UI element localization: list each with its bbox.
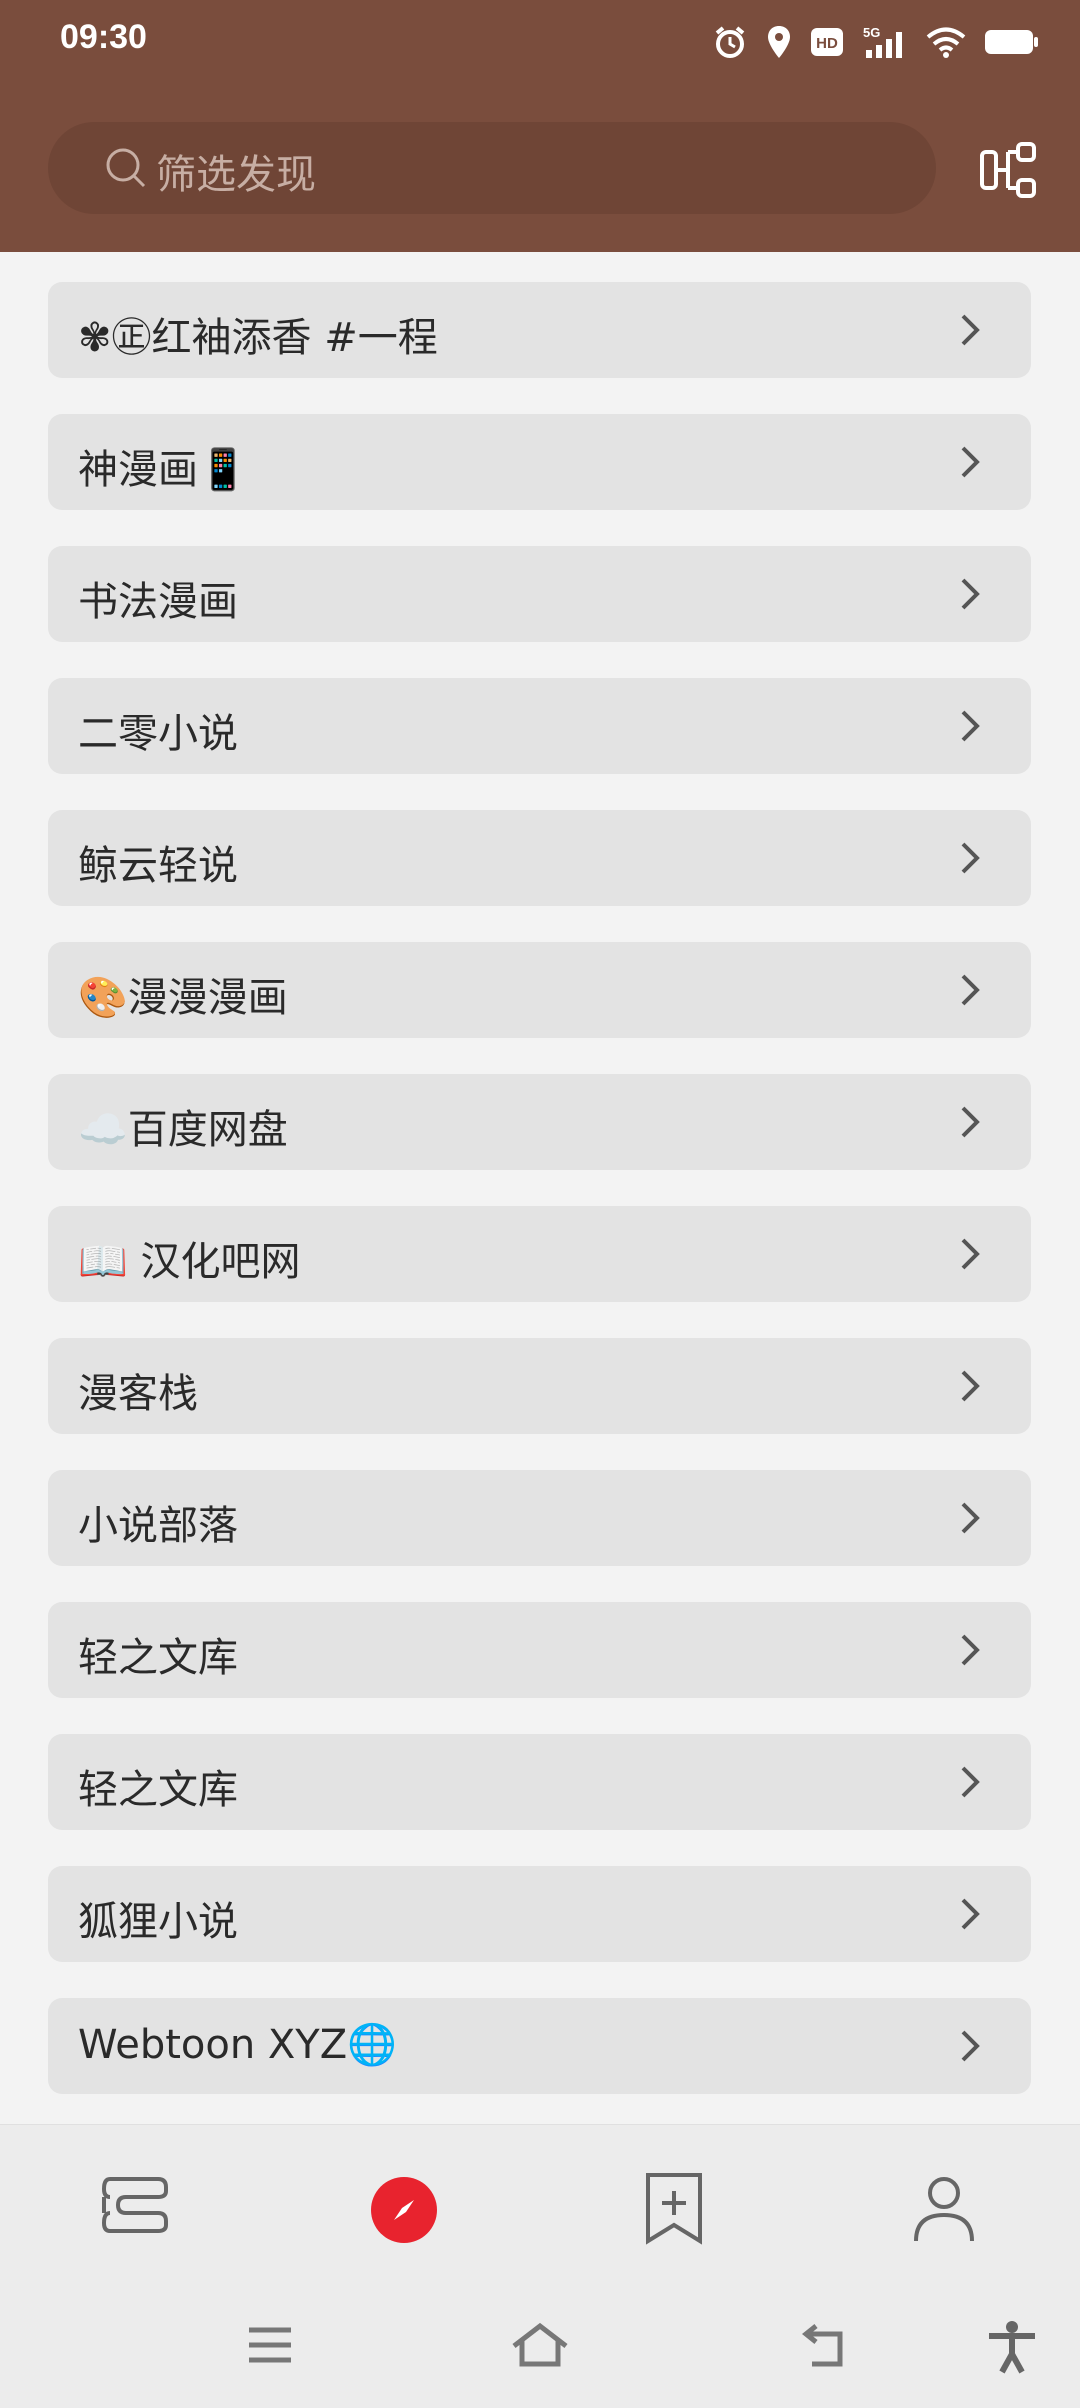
list-item-label: 漫客栈 xyxy=(78,1371,198,1417)
chevron-right-icon xyxy=(961,446,980,478)
list-item[interactable]: 神漫画📱 xyxy=(48,414,1031,510)
chevron-right-icon xyxy=(961,1238,980,1270)
list-item-label: 鲸云轻说 xyxy=(78,843,238,889)
status-bar: 09:30 HD 5G xyxy=(0,0,1080,80)
share-tree-icon[interactable] xyxy=(978,140,1038,200)
list-item-label: ☁️百度网盘 xyxy=(78,1107,288,1153)
accessibility-icon[interactable] xyxy=(985,2320,1039,2374)
location-icon xyxy=(768,26,790,58)
search-icon xyxy=(106,148,146,188)
app-header: 09:30 HD 5G 筛选发现 xyxy=(0,0,1080,252)
list-item[interactable]: 🎨漫漫漫画 xyxy=(48,942,1031,1038)
list-item-label: Webtoon XYZ🌐 xyxy=(78,2022,397,2068)
chevron-right-icon xyxy=(961,1898,980,1930)
list-item-label: 书法漫画 xyxy=(78,579,238,625)
svg-text:HD: HD xyxy=(816,35,838,52)
chevron-right-icon xyxy=(961,974,980,1006)
status-time: 09:30 xyxy=(60,18,147,56)
list-item[interactable]: 书法漫画 xyxy=(48,546,1031,642)
list-item-label: ✾㊣红袖添香 #一程 xyxy=(78,315,438,361)
list-item[interactable]: ✾㊣红袖添香 #一程 xyxy=(48,282,1031,378)
chevron-right-icon xyxy=(961,1634,980,1666)
list-item-label: 小说部落 xyxy=(78,1503,238,1549)
list-item[interactable]: 二零小说 xyxy=(48,678,1031,774)
chevron-right-icon xyxy=(961,1502,980,1534)
list-item-label: 🎨漫漫漫画 xyxy=(78,975,288,1021)
battery-icon xyxy=(985,30,1038,54)
list-item-label: 📖 汉化吧网 xyxy=(78,1239,301,1285)
bookshelf-icon[interactable] xyxy=(96,2169,176,2249)
list-item[interactable]: 轻之文库 xyxy=(48,1734,1031,1830)
back-icon[interactable] xyxy=(800,2320,850,2370)
chevron-right-icon xyxy=(961,1766,980,1798)
chevron-right-icon xyxy=(961,842,980,874)
hd-icon: HD xyxy=(811,28,843,56)
list-item-label: 狐狸小说 xyxy=(78,1899,238,1945)
wifi-icon xyxy=(926,27,966,58)
5g-signal-icon: 5G xyxy=(863,25,902,58)
chevron-right-icon xyxy=(961,578,980,610)
chevron-right-icon xyxy=(961,1106,980,1138)
chevron-right-icon xyxy=(961,1370,980,1402)
list-item[interactable]: Webtoon XYZ🌐 xyxy=(48,1998,1031,2094)
svg-text:5G: 5G xyxy=(863,25,880,40)
search-placeholder: 筛选发现 xyxy=(156,152,316,198)
menu-icon[interactable] xyxy=(245,2320,295,2370)
chevron-right-icon xyxy=(961,710,980,742)
chevron-right-icon xyxy=(961,314,980,346)
subscribe-icon[interactable] xyxy=(634,2169,714,2249)
home-icon[interactable] xyxy=(510,2320,570,2370)
profile-icon[interactable] xyxy=(904,2169,984,2249)
list-item[interactable]: ☁️百度网盘 xyxy=(48,1074,1031,1170)
list-item[interactable]: 📖 汉化吧网 xyxy=(48,1206,1031,1302)
search-input[interactable]: 筛选发现 xyxy=(48,122,936,214)
list-item[interactable]: 小说部落 xyxy=(48,1470,1031,1566)
list-item[interactable]: 轻之文库 xyxy=(48,1602,1031,1698)
list-item-label: 神漫画📱 xyxy=(78,447,248,493)
list-item[interactable]: 鲸云轻说 xyxy=(48,810,1031,906)
list-item[interactable]: 漫客栈 xyxy=(48,1338,1031,1434)
status-icons: HD 5G xyxy=(712,22,1040,62)
list-item-label: 轻之文库 xyxy=(78,1635,238,1681)
system-nav-bar xyxy=(0,2280,1080,2408)
chevron-right-icon xyxy=(961,2030,980,2062)
explore-icon[interactable] xyxy=(371,2177,437,2243)
compass-needle-icon xyxy=(394,2200,414,2220)
list-item[interactable]: 狐狸小说 xyxy=(48,1866,1031,1962)
list-item-label: 轻之文库 xyxy=(78,1767,238,1813)
list-item-label: 二零小说 xyxy=(78,711,238,757)
bottom-nav xyxy=(0,2124,1080,2281)
alarm-icon xyxy=(715,26,745,58)
